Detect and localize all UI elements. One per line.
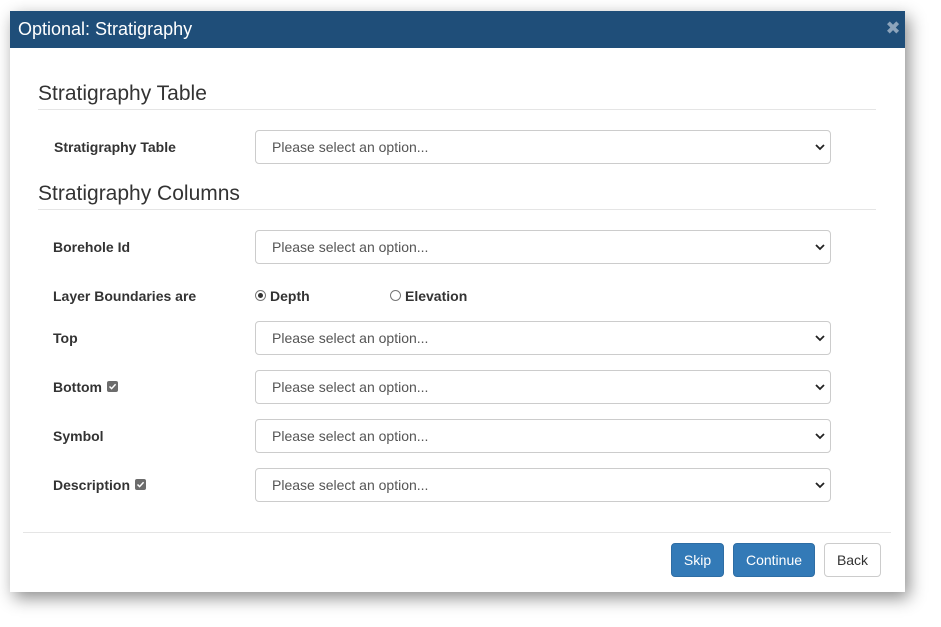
top-label: Top [53,330,78,346]
bottom-select[interactable]: Please select an option... [255,370,831,404]
section-title-stratigraphy-table: Stratigraphy Table [38,82,207,105]
radio-button-checked[interactable] [255,290,266,301]
chevron-down-icon [815,482,825,489]
stratigraphy-table-select[interactable]: Please select an option... [255,130,831,164]
select-value: Please select an option... [272,379,429,395]
layer-boundaries-label: Layer Boundaries are [53,288,197,304]
symbol-select[interactable]: Please select an option... [255,419,831,453]
checkbox-checked-icon[interactable] [107,381,118,392]
select-value: Please select an option... [272,330,429,346]
chevron-down-icon [815,433,825,440]
select-value: Please select an option... [272,477,429,493]
description-label-row: Description [53,476,147,494]
close-icon[interactable]: ✖ [884,18,902,38]
description-label: Description [53,477,131,493]
skip-button[interactable]: Skip [671,543,724,577]
bottom-label-row: Bottom [53,378,118,396]
checkbox-checked-icon[interactable] [135,479,147,490]
bottom-label: Bottom [53,379,102,395]
radio-depth-label: Depth [270,288,310,304]
select-value: Please select an option... [272,428,429,444]
chevron-down-icon [815,144,825,151]
borehole-id-select[interactable]: Please select an option... [255,230,831,264]
stratigraphy-table-label: Stratigraphy Table [54,139,176,155]
description-select[interactable]: Please select an option... [255,468,831,502]
radio-depth[interactable]: Depth [255,287,310,305]
top-select[interactable]: Please select an option... [255,321,831,355]
radio-button[interactable] [390,290,401,301]
stratigraphy-dialog: Optional: Stratigraphy ✖ Stratigraphy Ta… [10,11,905,592]
radio-elevation[interactable]: Elevation [390,287,467,305]
chevron-down-icon [815,244,825,251]
borehole-id-label: Borehole Id [53,239,131,255]
section-divider [38,109,876,110]
select-value: Please select an option... [272,239,429,255]
back-button[interactable]: Back [824,543,881,577]
section-title-stratigraphy-columns: Stratigraphy Columns [38,182,240,205]
select-value: Please select an option... [272,139,429,155]
chevron-down-icon [815,384,825,391]
symbol-label: Symbol [53,428,104,444]
radio-elevation-label: Elevation [405,288,468,304]
dialog-titlebar: Optional: Stratigraphy ✖ [10,11,905,48]
section-divider [38,209,876,210]
dialog-title: Optional: Stratigraphy [18,19,193,39]
chevron-down-icon [815,335,825,342]
continue-button[interactable]: Continue [733,543,815,577]
footer-divider [23,532,891,533]
